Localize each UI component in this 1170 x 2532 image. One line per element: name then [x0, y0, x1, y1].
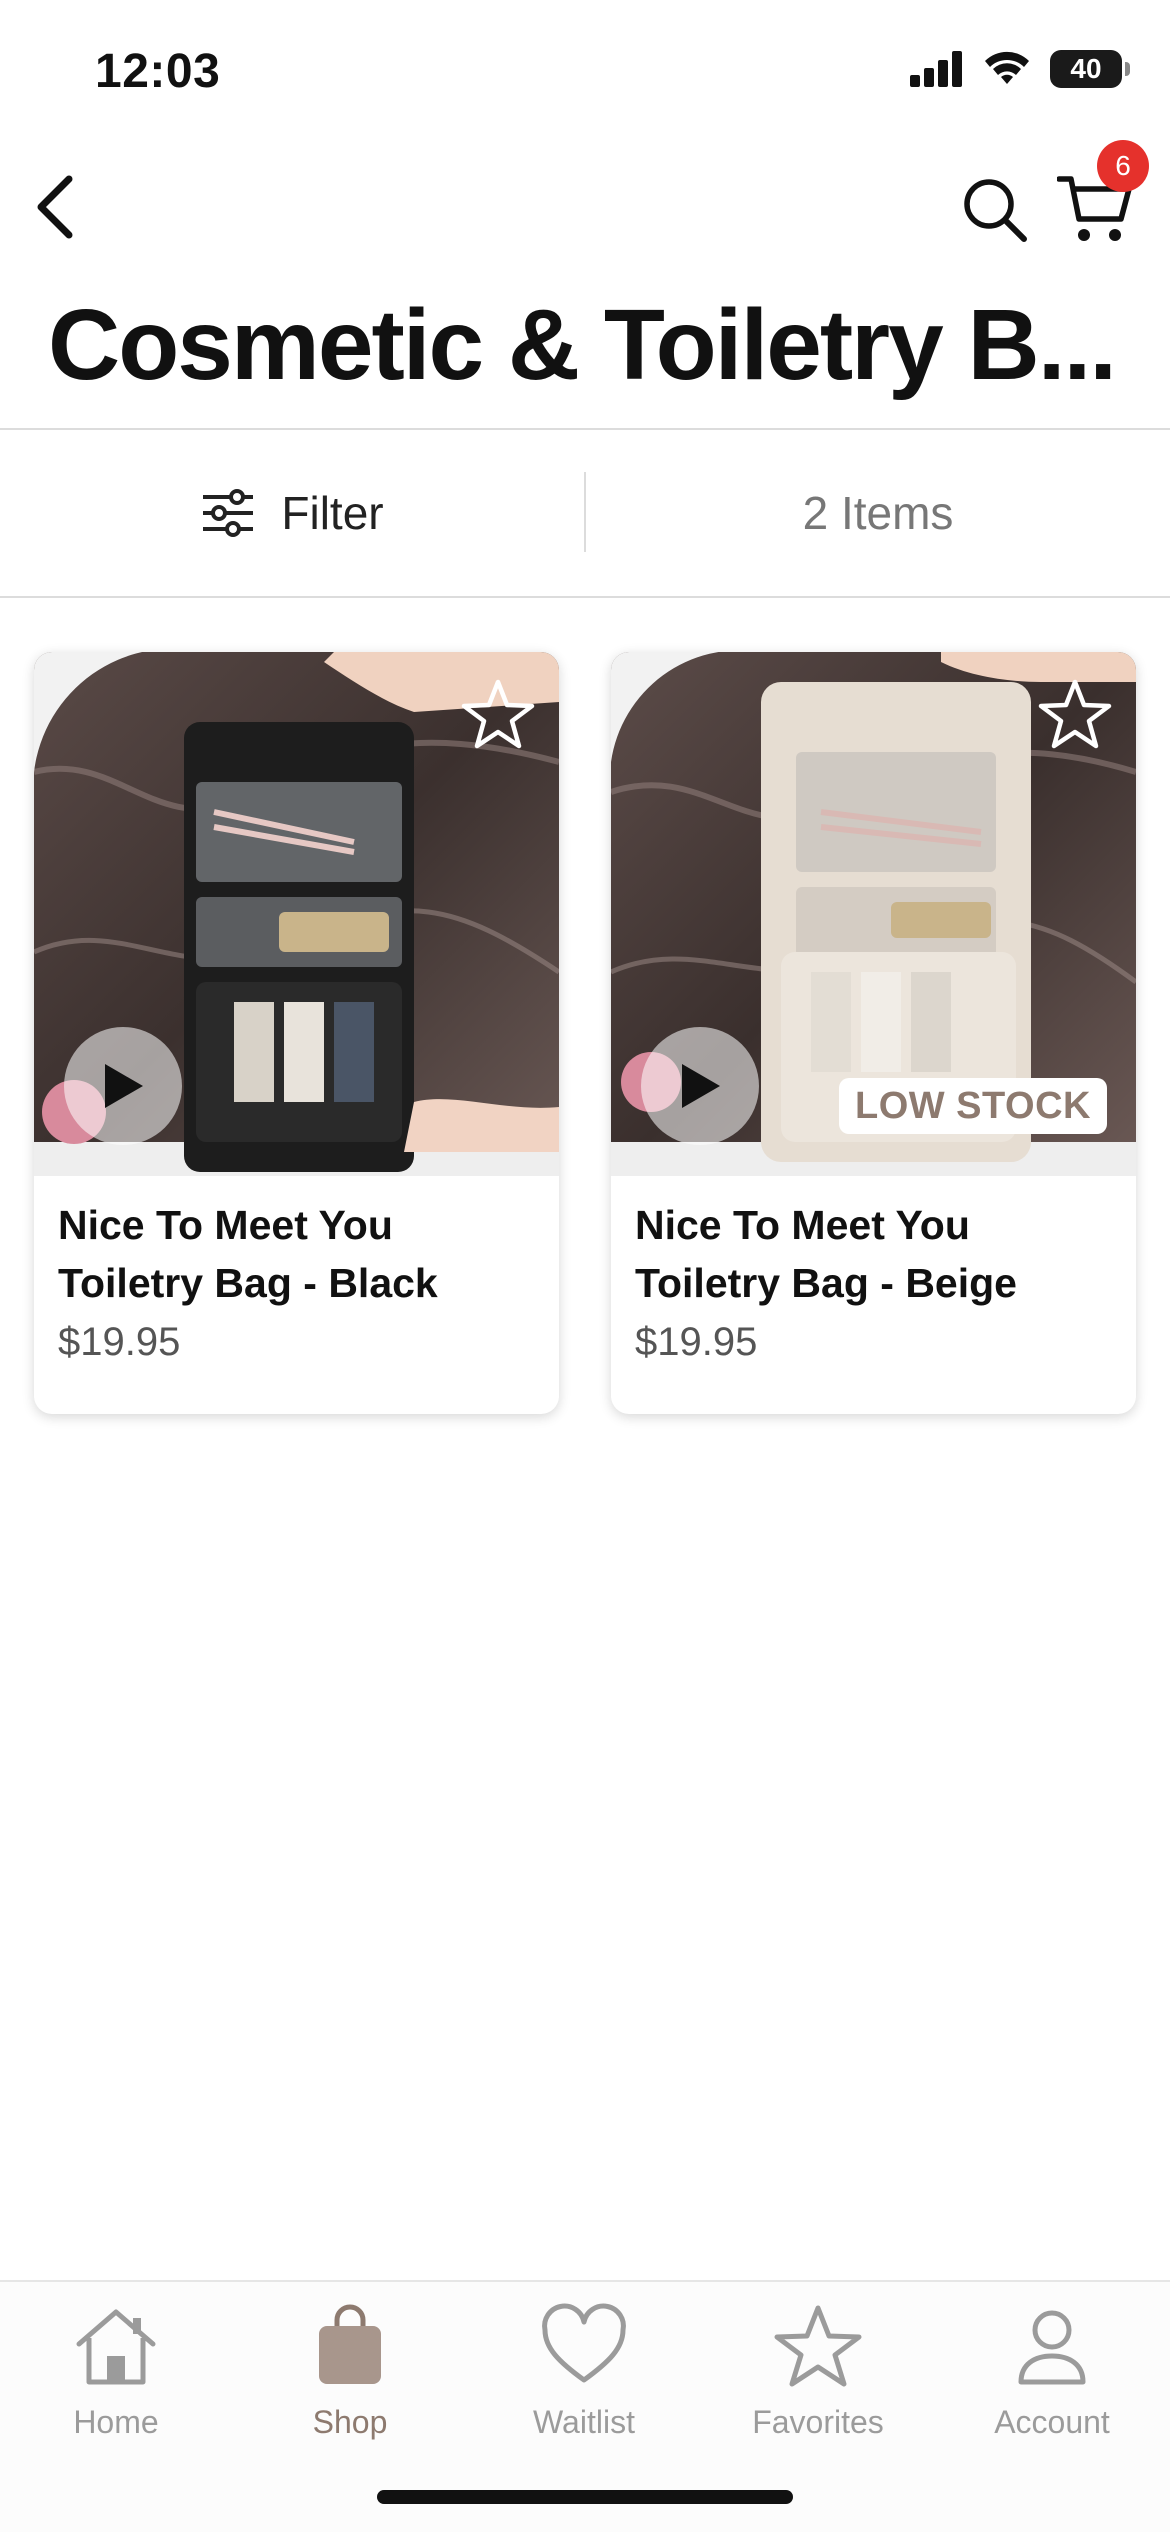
battery-icon: 40: [1050, 50, 1130, 88]
search-button[interactable]: [955, 170, 1035, 250]
heart-icon: [542, 2303, 626, 2383]
filter-button[interactable]: Filter: [0, 430, 585, 596]
search-icon: [964, 179, 1027, 242]
chevron-left-icon: [37, 175, 73, 239]
product-price: $19.95: [58, 1320, 181, 1364]
tab-waitlist[interactable]: Waitlist: [484, 2302, 684, 2452]
star-icon: [774, 2305, 862, 2387]
product-name[interactable]: Nice To Meet You Toiletry Bag - Black: [58, 1196, 538, 1312]
divider: [0, 596, 1170, 598]
product-card[interactable]: Nice To Meet You Toiletry Bag - Black $1…: [34, 652, 559, 1414]
product-name[interactable]: Nice To Meet You Toiletry Bag - Beige: [635, 1196, 1115, 1312]
nav-bar: [0, 150, 1170, 270]
back-button[interactable]: [20, 172, 90, 242]
play-video-button[interactable]: [641, 1027, 759, 1145]
tab-label: Account: [994, 2404, 1110, 2440]
sliders-icon: [203, 489, 254, 537]
tab-account[interactable]: Account: [952, 2302, 1152, 2452]
page: 12:03 40 6 Cosmetic & Toiletry B... Filt…: [0, 0, 1170, 2532]
tab-label: Shop: [312, 2404, 388, 2440]
low-stock-badge: LOW STOCK: [839, 1078, 1107, 1134]
favorite-star-icon[interactable]: [1036, 676, 1114, 754]
filter-row: Filter 2 Items: [0, 430, 1170, 596]
tab-home[interactable]: Home: [16, 2302, 216, 2452]
product-image[interactable]: LOW STOCK: [611, 652, 1136, 1176]
item-count: 2 Items: [802, 487, 954, 539]
tab-shop[interactable]: Shop: [250, 2302, 450, 2452]
product-image[interactable]: [34, 652, 559, 1176]
person-icon: [1018, 2310, 1086, 2385]
play-icon: [105, 1064, 143, 1108]
signal-icon: [910, 51, 962, 87]
filter-label: Filter: [281, 487, 384, 539]
shopping-bag-icon: [319, 2304, 381, 2384]
tab-label: Favorites: [752, 2404, 884, 2440]
page-title: Cosmetic & Toiletry B...: [48, 289, 1117, 401]
home-indicator: [377, 2490, 793, 2504]
status-icons: 40: [910, 50, 1130, 88]
play-icon: [682, 1064, 720, 1108]
home-icon: [76, 2309, 156, 2385]
tab-label: Waitlist: [533, 2404, 635, 2440]
tab-favorites[interactable]: Favorites: [718, 2302, 918, 2452]
tab-label: Home: [73, 2404, 159, 2440]
battery-level: 40: [1070, 53, 1102, 84]
status-bar: 12:03 40: [0, 0, 1170, 150]
favorite-star-icon[interactable]: [459, 676, 537, 754]
cart-count-badge: 6: [1097, 140, 1149, 192]
play-video-button[interactable]: [64, 1027, 182, 1145]
product-card[interactable]: LOW STOCK Nice To Meet You Toiletry Bag …: [611, 652, 1136, 1414]
status-time: 12:03: [95, 45, 221, 98]
product-price: $19.95: [635, 1320, 758, 1364]
wifi-icon: [985, 51, 1029, 84]
